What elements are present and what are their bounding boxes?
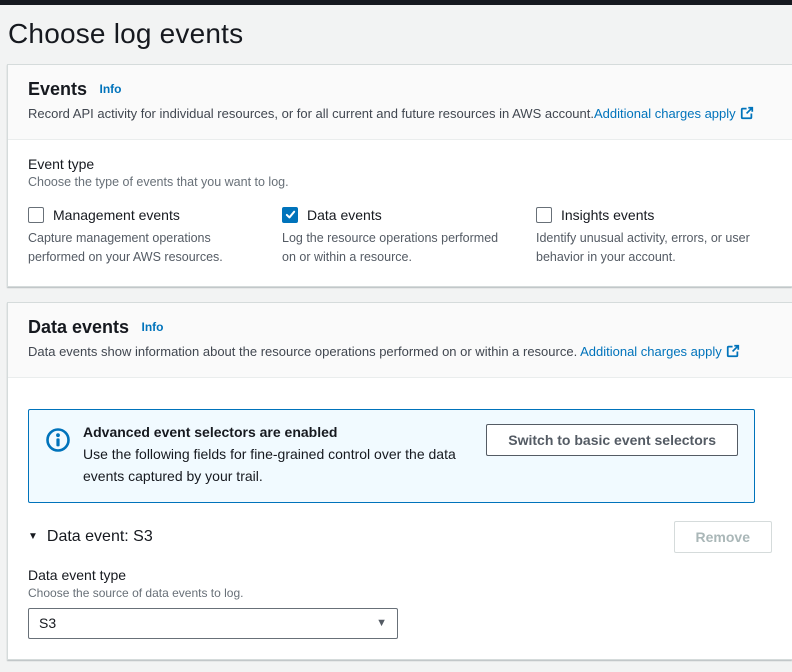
triangle-down-icon: ▼ (28, 531, 38, 543)
data-event-type-select[interactable]: S3 ▼ (28, 607, 398, 639)
event-type-options: Management events Capture management ope… (28, 206, 772, 267)
data-events-card-body: Advanced event selectors are enabled Use… (8, 378, 792, 659)
external-link-icon (740, 106, 754, 126)
alert-text-block: Advanced event selectors are enabled Use… (83, 424, 474, 487)
data-events-additional-charges-link[interactable]: Additional charges apply (580, 344, 722, 359)
external-link-icon (726, 344, 740, 364)
data-events-card-header: Data events Info Data events show inform… (8, 303, 792, 379)
management-events-checkbox-row[interactable]: Management events (28, 206, 264, 223)
events-info-link[interactable]: Info (99, 82, 121, 96)
option-data-events: Data events Log the resource operations … (282, 206, 518, 267)
select-value: S3 (39, 615, 57, 632)
data-events-card-description: Data events show information about the r… (28, 343, 772, 364)
insights-events-label: Insights events (561, 206, 655, 223)
option-management-events: Management events Capture management ope… (28, 206, 264, 267)
additional-charges-link[interactable]: Additional charges apply (594, 106, 736, 121)
data-events-card: Data events Info Data events show inform… (7, 302, 792, 660)
management-events-description: Capture management operations performed … (28, 230, 223, 264)
management-events-label: Management events (53, 206, 180, 223)
option-insights-events: Insights events Identify unusual activit… (536, 206, 772, 267)
insights-events-checkbox-row[interactable]: Insights events (536, 206, 772, 223)
events-card-header: Events Info Record API activity for indi… (8, 65, 792, 140)
data-events-checkbox-row[interactable]: Data events (282, 206, 518, 223)
data-events-label: Data events (307, 206, 382, 223)
events-card-body: Event type Choose the type of events tha… (8, 139, 792, 287)
data-events-info-link[interactable]: Info (142, 320, 164, 334)
switch-to-basic-selectors-button[interactable]: Switch to basic event selectors (486, 424, 738, 457)
event-type-help: Choose the type of events that you want … (28, 174, 289, 189)
remove-button[interactable]: Remove (673, 520, 772, 553)
advanced-selectors-alert: Advanced event selectors are enabled Use… (28, 409, 755, 503)
management-events-checkbox[interactable] (28, 206, 44, 223)
events-card-description: Record API activity for individual resou… (28, 105, 772, 126)
data-event-section-title: Data event: S3 (46, 527, 153, 545)
events-card-title: Events (28, 79, 88, 99)
events-description-text: Record API activity for individual resou… (28, 106, 594, 121)
data-events-checkbox[interactable] (282, 206, 298, 223)
page-title: Choose log events (8, 18, 244, 49)
chevron-down-icon: ▼ (376, 617, 387, 630)
data-events-description-text: Data events show information about the r… (28, 344, 581, 360)
alert-title: Advanced event selectors are enabled (83, 424, 338, 441)
data-events-card-title: Data events (28, 317, 130, 338)
data-event-expander[interactable]: ▼ Data event: S3 (28, 528, 153, 546)
alert-description: Use the following fields for fine-graine… (83, 446, 456, 484)
event-type-label: Event type (28, 155, 95, 172)
events-card: Events Info Record API activity for indi… (7, 64, 792, 288)
data-event-section-header: ▼ Data event: S3 Remove (28, 520, 772, 553)
insights-events-description: Identify unusual activity, errors, or us… (536, 230, 750, 264)
insights-events-checkbox[interactable] (536, 206, 552, 223)
data-event-type-help: Choose the source of data events to log. (28, 585, 244, 600)
data-event-type-label: Data event type (28, 566, 127, 583)
data-events-description: Log the resource operations performed on… (282, 230, 499, 264)
info-circle-icon (45, 427, 71, 458)
